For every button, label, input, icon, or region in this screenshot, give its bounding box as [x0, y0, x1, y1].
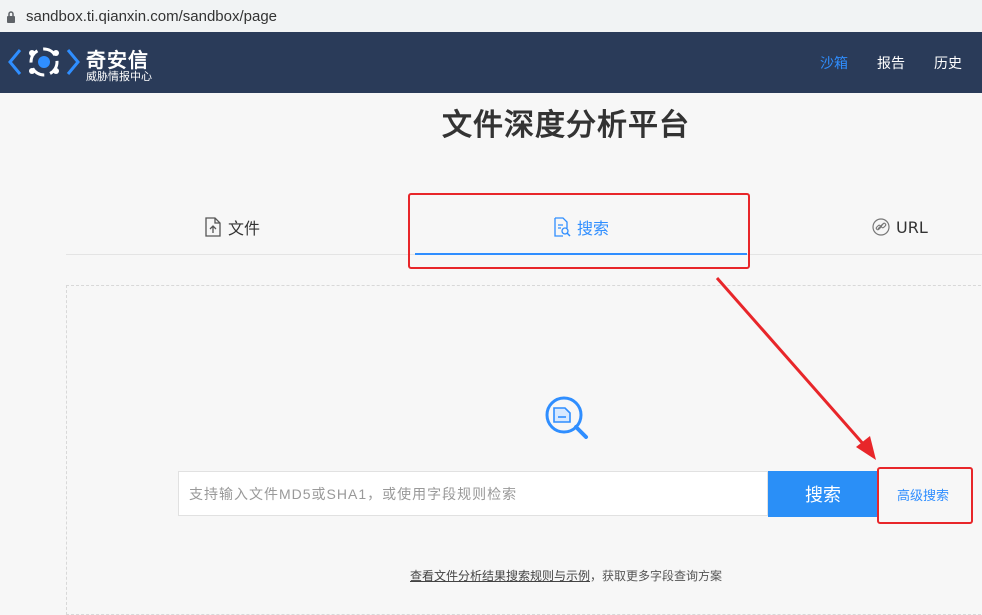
brand-subtitle: 威胁情报中心: [86, 71, 152, 83]
tab-url[interactable]: URL: [872, 200, 928, 254]
annotation-box-advanced-search: [877, 467, 973, 524]
footer-note: 查看文件分析结果搜索规则与示例，获取更多字段查询方案: [410, 567, 722, 584]
document-search-icon: [544, 395, 590, 443]
search-panel: [66, 285, 982, 615]
link-icon: [872, 218, 890, 236]
footer-note-text: ，获取更多字段查询方案: [590, 569, 723, 583]
tab-file-label: 文件: [228, 219, 261, 238]
nav-report[interactable]: 报告: [877, 53, 905, 73]
nav-history[interactable]: 历史: [934, 53, 962, 73]
search-rules-link[interactable]: 查看文件分析结果搜索规则与示例: [410, 569, 590, 583]
search-input[interactable]: [178, 471, 768, 516]
page-title: 文件深度分析平台: [442, 109, 690, 142]
qianxin-logo-icon[interactable]: [6, 42, 82, 82]
site-header: 奇安信 威胁情报中心 沙箱 报告 历史: [0, 32, 982, 93]
top-nav: 沙箱 报告 历史: [791, 32, 962, 93]
tab-file[interactable]: 文件: [204, 200, 260, 254]
annotation-box-search-tab: [408, 193, 750, 269]
tab-url-label: URL: [896, 217, 928, 237]
file-upload-icon: [205, 217, 221, 237]
url-text[interactable]: sandbox.ti.qianxin.com/sandbox/page: [26, 8, 277, 25]
lock-icon: [6, 9, 16, 23]
nav-sandbox[interactable]: 沙箱: [820, 53, 848, 73]
search-button[interactable]: 搜索: [768, 471, 878, 517]
address-bar[interactable]: sandbox.ti.qianxin.com/sandbox/page: [0, 0, 982, 33]
